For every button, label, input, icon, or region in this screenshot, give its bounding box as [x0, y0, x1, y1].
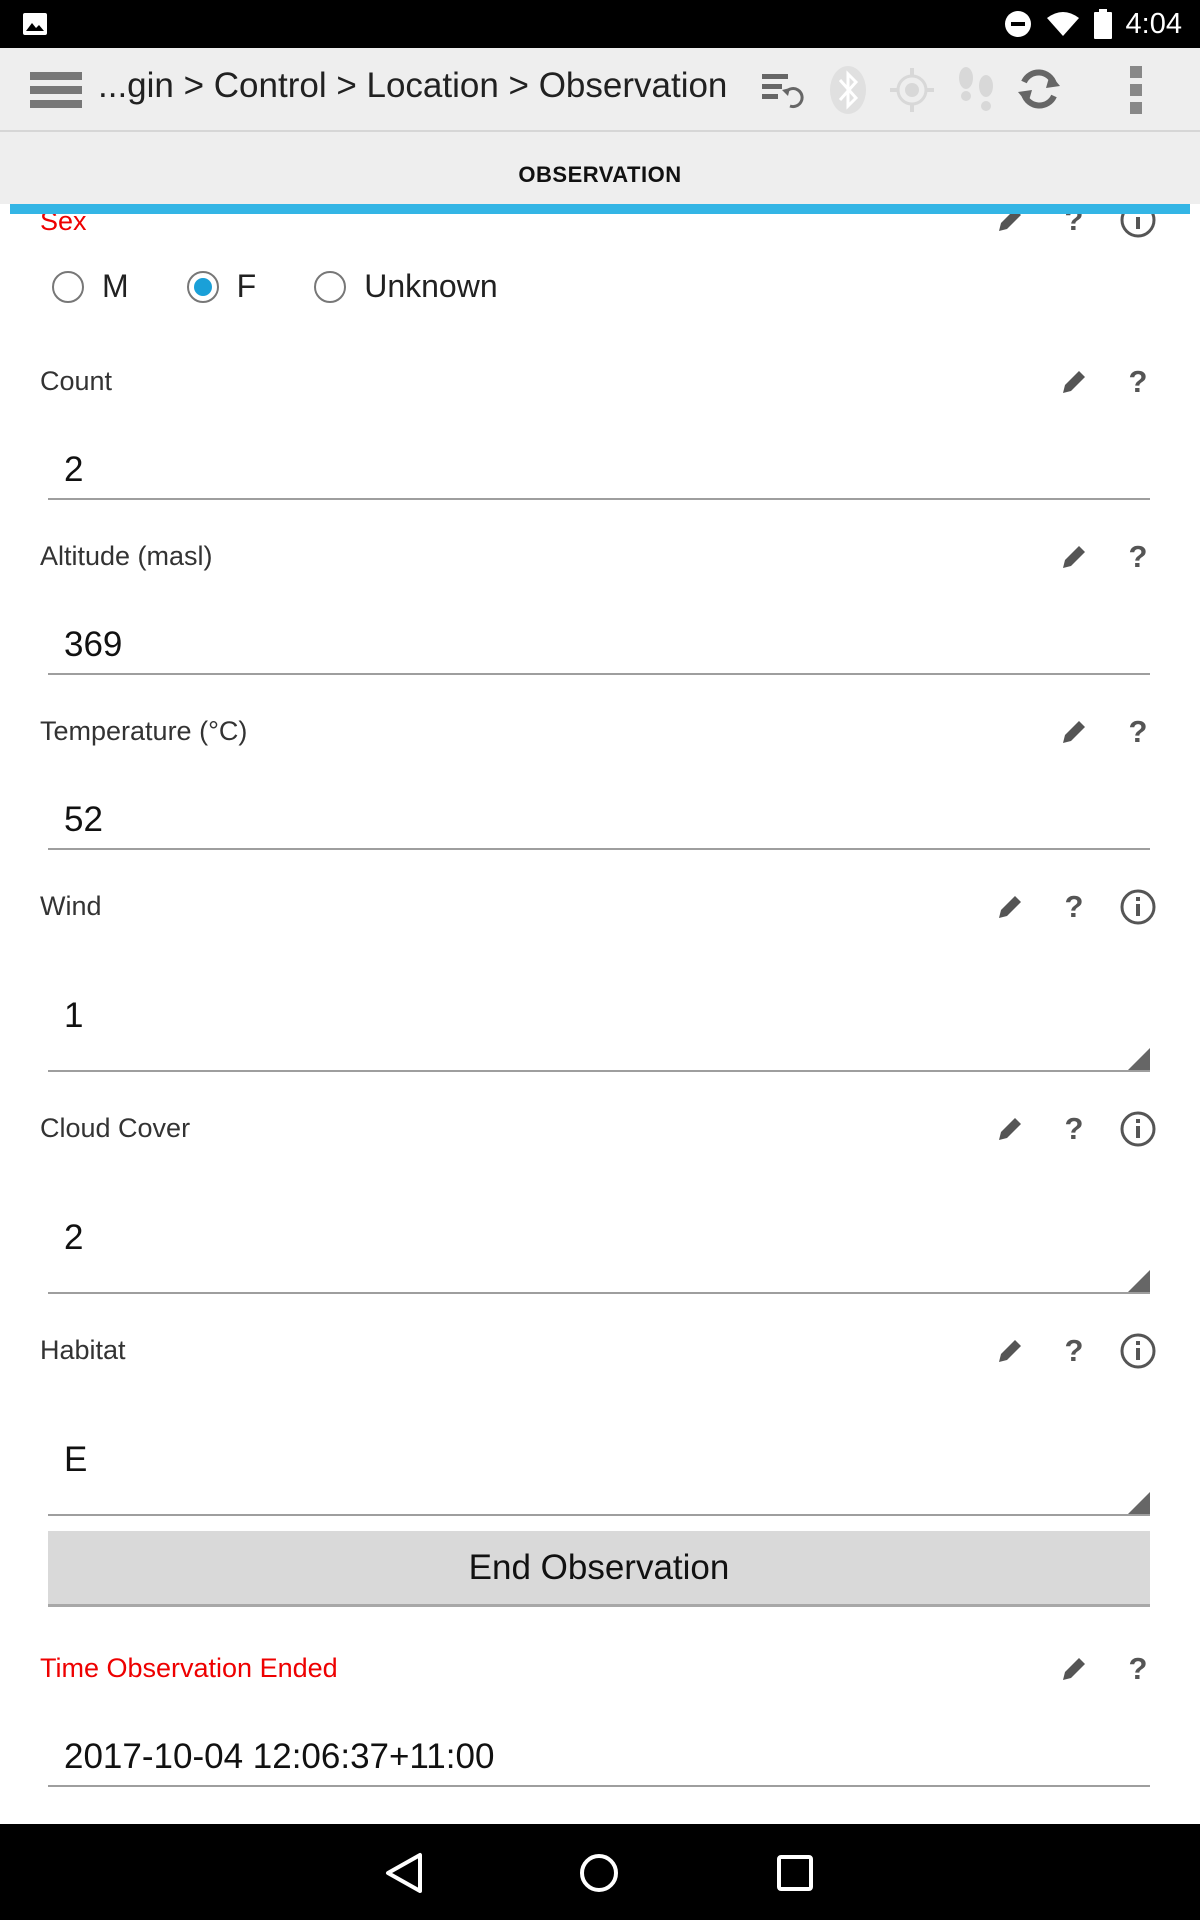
edit-icon[interactable]	[1052, 1647, 1096, 1691]
bluetooth-icon[interactable]	[828, 64, 868, 116]
count-input[interactable]: 2	[48, 426, 1150, 500]
status-bar: 4:04	[0, 0, 1200, 48]
altitude-actions: ?	[1052, 535, 1160, 579]
recents-icon[interactable]	[776, 1854, 814, 1892]
radio-label: M	[102, 268, 129, 304]
cloud-cover-select[interactable]: 2	[48, 1176, 1150, 1294]
altitude-label: Altitude (masl)	[40, 541, 213, 571]
count-value: 2	[64, 450, 84, 489]
form-scroll-area[interactable]: Sex ? M F Unknown Count ? 2 Altitude (ma…	[10, 214, 1190, 1824]
cloud-cover-label: Cloud Cover	[40, 1113, 191, 1143]
edit-icon[interactable]	[988, 1107, 1032, 1151]
habitat-select[interactable]: E	[48, 1398, 1150, 1516]
footsteps-icon[interactable]	[954, 66, 998, 114]
info-icon[interactable]	[1116, 885, 1160, 929]
system-nav-bar	[0, 1824, 1200, 1920]
habitat-value: E	[64, 1440, 88, 1479]
radio-m[interactable]: M	[52, 268, 129, 305]
temperature-actions: ?	[1052, 710, 1160, 754]
wifi-icon	[1046, 12, 1079, 36]
info-icon[interactable]	[1116, 1329, 1160, 1373]
tab-title[interactable]: OBSERVATION	[0, 132, 1200, 188]
help-icon[interactable]: ?	[1052, 214, 1096, 242]
info-icon[interactable]	[1116, 214, 1160, 242]
menu-icon[interactable]	[30, 70, 82, 110]
time-ended-actions: ?	[1052, 1647, 1160, 1691]
overflow-menu-icon[interactable]	[1128, 64, 1144, 116]
radio-unknown[interactable]: Unknown	[314, 268, 498, 305]
temperature-input[interactable]: 52	[48, 776, 1150, 850]
tab-header: OBSERVATION	[0, 132, 1200, 214]
tab-indicator	[10, 204, 1190, 214]
temperature-label: Temperature (°C)	[40, 716, 248, 746]
wind-select[interactable]: 1	[48, 954, 1150, 1072]
habitat-actions: ?	[988, 1329, 1160, 1373]
count-label: Count	[40, 366, 113, 396]
radio-button-selected[interactable]	[186, 270, 219, 303]
sex-radio-group: M F Unknown	[52, 268, 556, 305]
count-actions: ?	[1052, 360, 1160, 404]
info-icon[interactable]	[1116, 1107, 1160, 1151]
wind-value: 1	[64, 996, 84, 1035]
wind-actions: ?	[988, 885, 1160, 929]
edit-icon[interactable]	[988, 214, 1032, 242]
dropdown-corner-icon	[1128, 1492, 1150, 1514]
help-icon[interactable]: ?	[1052, 1329, 1096, 1373]
end-observation-button[interactable]: End Observation	[48, 1531, 1150, 1607]
edit-icon[interactable]	[988, 1329, 1032, 1373]
edit-icon[interactable]	[1052, 360, 1096, 404]
temperature-value: 52	[64, 800, 103, 839]
habitat-label: Habitat	[40, 1335, 126, 1365]
help-icon[interactable]: ?	[1052, 1107, 1096, 1151]
dropdown-corner-icon	[1128, 1048, 1150, 1070]
time-ended-label: Time Observation Ended	[40, 1653, 338, 1683]
app-toolbar: ...gin > Control > Location > Observatio…	[0, 48, 1200, 132]
dropdown-corner-icon	[1128, 1270, 1150, 1292]
refresh-icon[interactable]	[1016, 66, 1062, 112]
radio-f[interactable]: F	[186, 268, 257, 305]
help-icon[interactable]: ?	[1052, 885, 1096, 929]
edit-icon[interactable]	[1052, 710, 1096, 754]
time-ended-value: 2017-10-04 12:06:37+11:00	[64, 1737, 495, 1776]
edit-icon[interactable]	[988, 885, 1032, 929]
radio-label: F	[236, 268, 257, 304]
do-not-disturb-icon	[1004, 11, 1031, 37]
help-icon[interactable]: ?	[1116, 710, 1160, 754]
image-icon	[23, 13, 47, 35]
sync-data-icon[interactable]	[760, 70, 804, 110]
cloud-cover-actions: ?	[988, 1107, 1160, 1151]
help-icon[interactable]: ?	[1116, 1647, 1160, 1691]
altitude-value: 369	[64, 625, 123, 664]
altitude-input[interactable]: 369	[48, 601, 1150, 675]
radio-button[interactable]	[314, 270, 347, 303]
battery-icon	[1093, 9, 1112, 39]
home-icon[interactable]	[578, 1852, 620, 1894]
radio-button[interactable]	[52, 270, 84, 303]
clock: 4:04	[1125, 7, 1182, 40]
help-icon[interactable]: ?	[1116, 535, 1160, 579]
wind-label: Wind	[40, 891, 102, 921]
breadcrumb[interactable]: ...gin > Control > Location > Observatio…	[98, 66, 727, 106]
help-icon[interactable]: ?	[1116, 360, 1160, 404]
sex-actions: ?	[988, 214, 1160, 242]
cloud-cover-value: 2	[64, 1218, 84, 1257]
sex-label: Sex	[40, 214, 87, 236]
gps-target-icon[interactable]	[890, 68, 934, 112]
back-icon[interactable]	[384, 1852, 424, 1894]
edit-icon[interactable]	[1052, 535, 1096, 579]
time-ended-input[interactable]: 2017-10-04 12:06:37+11:00	[48, 1713, 1150, 1787]
radio-label: Unknown	[364, 268, 498, 304]
